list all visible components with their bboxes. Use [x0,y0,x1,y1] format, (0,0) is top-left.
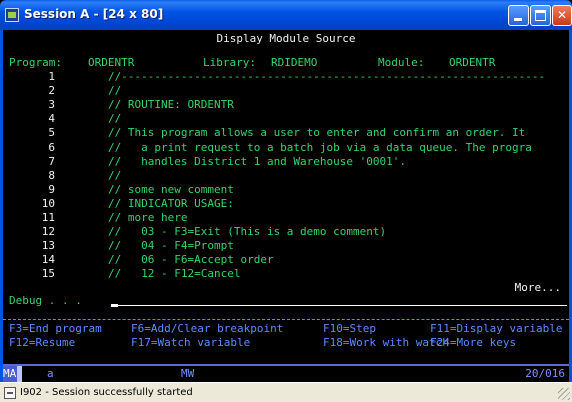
line-number: 5 [48,126,55,140]
source-line[interactable]: 6 // a print request to a batch job via a… [3,141,569,155]
oia-mw-indicator: MW [181,367,195,380]
line-source-text: // 06 - F6=Accept order [108,253,274,267]
source-line[interactable]: 1 //-------------------------------------… [3,70,569,84]
library-value: RDIDEMO [271,56,318,69]
source-line[interactable]: 15 // 12 - F12=Cancel [3,267,569,281]
line-source-text: // 03 - F3=Exit (This is a demo comment) [108,225,387,239]
minimize-icon [514,18,522,21]
line-number: 8 [48,168,55,182]
module-label: Module: [378,56,425,69]
source-line[interactable]: 9 // some new comment [3,183,569,197]
line-source-text: // ROUTINE: ORDENTR [108,98,234,112]
function-key-hint[interactable]: F10=Step [323,322,376,336]
source-line[interactable]: 4 // [3,112,569,126]
oia-session-id: a [47,367,54,380]
debug-label: Debug . . . [9,294,82,307]
program-value: ORDENTR [88,56,135,69]
line-source-text: // [108,112,122,126]
source-line[interactable]: 3 // ROUTINE: ORDENTR [3,98,569,112]
line-number: 11 [41,211,55,224]
module-value: ORDENTR [449,56,496,69]
function-key-hint[interactable]: F12=Resume [9,336,75,350]
line-number: 7 [48,154,55,168]
line-source-text: // 12 - F12=Cancel [108,267,241,281]
program-label: Program: [9,56,62,69]
line-number: 15 [41,267,55,281]
line-number: 4 [48,112,55,126]
source-line[interactable]: 8 // [3,169,569,183]
oia-cursor-position: 20/016 [525,367,565,380]
source-line[interactable]: 5 // This program allows a user to enter … [3,126,569,140]
terminal-screen[interactable]: Display Module Source Program: ORDENTR L… [3,30,569,364]
source-line[interactable]: 13 // 04 - F4=Prompt [3,239,569,253]
line-number: 9 [48,182,55,196]
line-number: 13 [41,239,55,253]
source-line[interactable]: 2 // [3,84,569,98]
terminal-app-icon[interactable] [5,8,19,22]
window-title-bar[interactable]: Session A - [24 x 80] ✕ [0,0,572,30]
close-icon: ✕ [556,8,568,22]
source-line[interactable]: 12 // 03 - F3=Exit (This is a demo commen… [3,225,569,239]
line-number: 14 [41,253,55,267]
line-source-text: // a print request to a batch job via a … [108,140,532,154]
line-number: 2 [48,84,55,98]
function-key-hint[interactable]: F11=Display variable [430,322,562,336]
line-number: 10 [41,196,55,210]
operator-information-area: MA a MW 20/016 [3,364,569,382]
source-line[interactable]: 11 // more here [3,211,569,225]
function-key-hint[interactable]: F3=End program [9,322,102,336]
maximize-button[interactable] [530,5,551,26]
text-cursor [111,304,118,307]
window-title: Session A - [24 x 80] [24,7,164,21]
line-number: 1 [48,70,55,83]
status-bar: I902 - Session successfully started [0,382,572,402]
session-status-icon [4,387,16,399]
oia-cursor-indicator [17,366,22,382]
function-key-separator [3,319,569,320]
close-button[interactable]: ✕ [552,5,572,26]
function-key-hint[interactable]: F6=Add/Clear breakpoint [131,322,283,336]
source-line[interactable]: 14 // 06 - F6=Accept order [3,253,569,267]
debug-command-input[interactable] [111,305,567,306]
maximize-icon [535,10,546,21]
line-source-text: // INDICATOR USAGE: [108,196,234,210]
source-line[interactable]: 7 // handles District 1 and Warehouse '00… [3,155,569,169]
line-source-text: // [108,84,122,98]
source-line[interactable]: 10 // INDICATOR USAGE: [3,197,569,211]
line-number: 12 [41,225,55,239]
function-key-hint[interactable]: F24=More keys [430,336,516,350]
line-source-text: // This program allows a user to enter a… [108,126,526,140]
library-label: Library: [203,56,256,69]
line-number: 3 [48,98,55,112]
line-source-text: // [108,168,122,182]
line-source-text: // 04 - F4=Prompt [108,239,234,253]
line-source-text: // handles District 1 and Warehouse '000… [108,154,407,168]
line-source-text: // more here [108,211,188,224]
resize-grip[interactable] [558,388,570,400]
screen-title: Display Module Source [216,32,356,45]
minimize-button[interactable] [508,5,529,26]
more-indicator: More... [514,281,561,294]
oia-ma-indicator: MA [3,366,17,382]
line-number: 6 [48,140,55,154]
line-source-text: //--------------------------------------… [108,70,546,83]
function-key-hint[interactable]: F17=Watch variable [131,336,250,350]
line-source-text: // some new comment [108,182,234,196]
status-message: I902 - Session successfully started [20,387,193,398]
